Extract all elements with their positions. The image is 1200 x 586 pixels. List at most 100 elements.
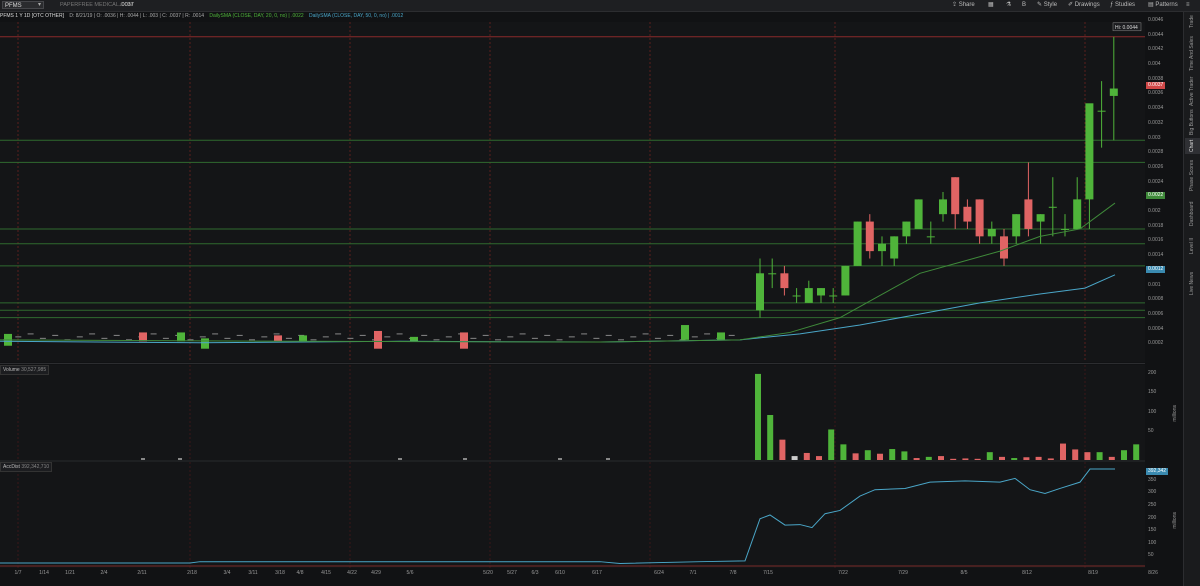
price-candle [1061, 228, 1069, 230]
accdist-value: 392,342,710 [21, 464, 50, 470]
lock-icon[interactable]: ▦ [988, 0, 994, 11]
volume-bar [901, 451, 908, 460]
price-candle [1036, 214, 1045, 222]
volume-bar [962, 458, 969, 460]
price-tick-label: 0.0004 [1148, 325, 1164, 332]
date-tick-label: 8/5 [960, 570, 968, 576]
sidebar-tab-big-buttons[interactable]: Big Buttons [1185, 108, 1200, 136]
price-candle [1012, 214, 1021, 237]
drawings-button[interactable]: ✐ Drawings [1068, 0, 1100, 11]
price-candle [274, 335, 282, 342]
patterns-label: Patterns [1155, 2, 1178, 8]
patterns-button[interactable]: ▤ Patterns [1148, 0, 1178, 11]
drawings-label: Drawings [1074, 2, 1100, 8]
volume-label-text: Volume [3, 367, 20, 373]
volume-bar [463, 458, 467, 460]
sidebar-tab-time-and-sales[interactable]: Time And Sales [1185, 34, 1200, 74]
price-tick-label: 0.002 [1148, 208, 1161, 215]
sidebar-tab-level-ii[interactable]: Level II [1185, 234, 1200, 258]
price-tick-label: 0.0002 [1148, 340, 1164, 347]
volume-bar [852, 453, 859, 460]
price-axis: 0.0046 0.0044 0.0042 0.004 0.0038 0.0036 0.003… [1145, 12, 1183, 362]
volume-bar [1011, 458, 1018, 460]
volume-bar [1096, 452, 1103, 460]
accdist-panel-bg [0, 462, 1145, 568]
volume-bar [1084, 452, 1091, 460]
price-candle [717, 332, 725, 340]
price-tick-label: 0.0038 [1148, 75, 1164, 82]
price-candle [951, 177, 960, 215]
volume-bar [791, 456, 798, 460]
date-tick-label: 4/15 [321, 570, 331, 576]
accdist-tick-label: 100 [1148, 539, 1157, 546]
date-tick-label: 7/29 [898, 570, 908, 576]
sidebar-tab-active-trader[interactable]: Active Trader [1185, 76, 1200, 106]
sidebar-tab-chart[interactable]: Chart [1185, 138, 1200, 154]
price-candle [987, 228, 996, 237]
volume-panel-bg [0, 365, 1145, 460]
price-candle [963, 206, 972, 222]
studies-label: Studies [1115, 2, 1136, 8]
date-tick-label: 6/24 [654, 570, 664, 576]
price-candle [817, 288, 825, 296]
style-label: Style [1043, 2, 1058, 8]
volume-bar [1108, 456, 1115, 460]
price-candle [460, 332, 468, 349]
price-candle [768, 273, 777, 275]
price-tick-label: 0.0024 [1148, 178, 1164, 185]
volume-bar [1023, 457, 1030, 460]
date-tick-label: 5/27 [507, 570, 517, 576]
date-tick-label: 5/20 [483, 570, 493, 576]
volume-bar [986, 452, 993, 460]
accdist-unit: millions [1172, 512, 1178, 529]
date-tick-label: 6/17 [592, 570, 602, 576]
price-candle [756, 273, 764, 311]
style-button[interactable]: ✎ Style [1037, 0, 1057, 11]
accdist-label-text: AccDist [3, 464, 20, 470]
price-tick-label: 0.0016 [1148, 237, 1164, 244]
menu-icon[interactable]: ≡ [1186, 0, 1190, 11]
price-candle [1024, 199, 1033, 229]
symbol-dropdown-icon[interactable]: ▾ [38, 1, 41, 9]
sidebar-tab-live-news[interactable]: Live News [1185, 260, 1200, 306]
price-candle [939, 199, 947, 215]
price-tick-label: 0.0032 [1148, 119, 1164, 126]
price-candle [975, 199, 984, 237]
price-candle [1097, 110, 1106, 112]
accdist-tick-label: 250 [1148, 501, 1157, 508]
volume-bar [606, 458, 610, 460]
volume-bar [779, 439, 786, 460]
sidebar-tab-trade[interactable]: Trade [1185, 12, 1200, 32]
volume-bar [950, 458, 957, 460]
price-candle [890, 236, 899, 259]
volume-bar [913, 458, 920, 460]
accdist-tick-label: 350 [1148, 476, 1157, 483]
share-button[interactable]: ⇪ Share [952, 0, 975, 11]
bold-icon[interactable]: B [1022, 0, 1026, 11]
sidebar-tab-dashboard[interactable]: Dashboard [1185, 196, 1200, 232]
date-tick-label: 1/21 [65, 570, 75, 576]
volume-bar [1047, 458, 1054, 460]
price-tick-label: 0.0034 [1148, 105, 1164, 112]
date-tick-label: 4/8 [296, 570, 304, 576]
volume-bar [1060, 443, 1066, 460]
price-tick-label: 0.003 [1148, 134, 1161, 141]
price-candle [902, 221, 911, 237]
last-price: .0037 [120, 2, 134, 8]
high-bubble-text: Hi: 0.0044 [1115, 25, 1138, 31]
flask-icon[interactable]: ⚗ [1006, 0, 1011, 11]
volume-bar [974, 458, 981, 460]
price-tick-label: 0.0042 [1148, 46, 1164, 53]
studies-button[interactable]: ƒ Studies [1110, 0, 1135, 11]
price-tick-label: 0.0018 [1148, 222, 1164, 229]
price-candle [410, 336, 418, 342]
volume-bar [1035, 456, 1042, 460]
date-tick-label: 6/10 [555, 570, 565, 576]
price-chart[interactable]: Hi: 0.0044 [0, 12, 1145, 586]
price-candle [681, 325, 689, 340]
price-tick-label: 0.0036 [1148, 90, 1164, 97]
price-candle [878, 243, 886, 252]
volume-bar [141, 458, 145, 460]
date-tick-label: 7/22 [838, 570, 848, 576]
sidebar-tab-phase-scores[interactable]: Phase Scores [1185, 156, 1200, 194]
